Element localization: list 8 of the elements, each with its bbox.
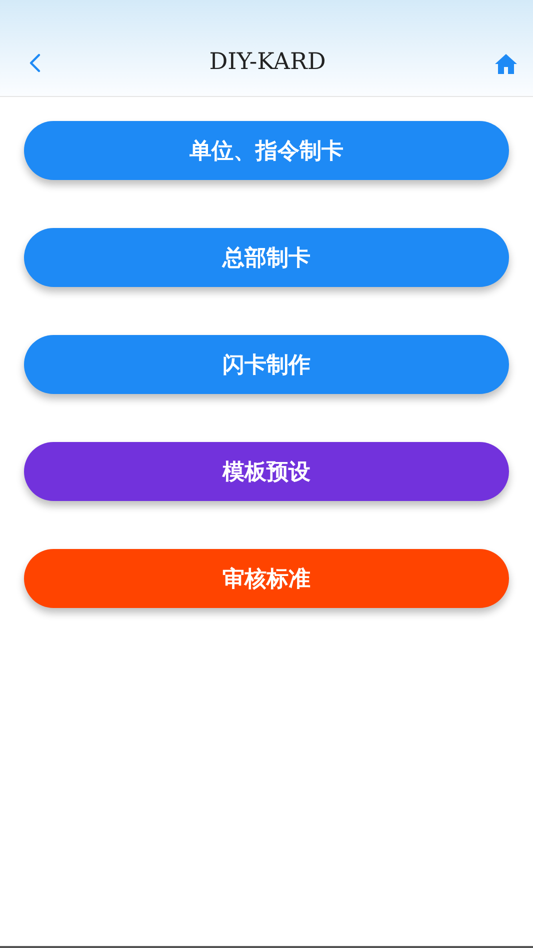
back-icon[interactable] bbox=[29, 53, 41, 73]
menu-button[interactable]: 模板预设 bbox=[24, 442, 509, 501]
menu-button[interactable]: 总部制卡 bbox=[24, 228, 509, 287]
menu-button[interactable]: 闪卡制作 bbox=[24, 335, 509, 394]
menu-button[interactable]: 单位、指令制卡 bbox=[24, 121, 509, 180]
menu-button[interactable]: 审核标准 bbox=[24, 549, 509, 608]
page-title: DIY-KARD bbox=[209, 49, 326, 75]
home-icon[interactable] bbox=[494, 53, 518, 75]
